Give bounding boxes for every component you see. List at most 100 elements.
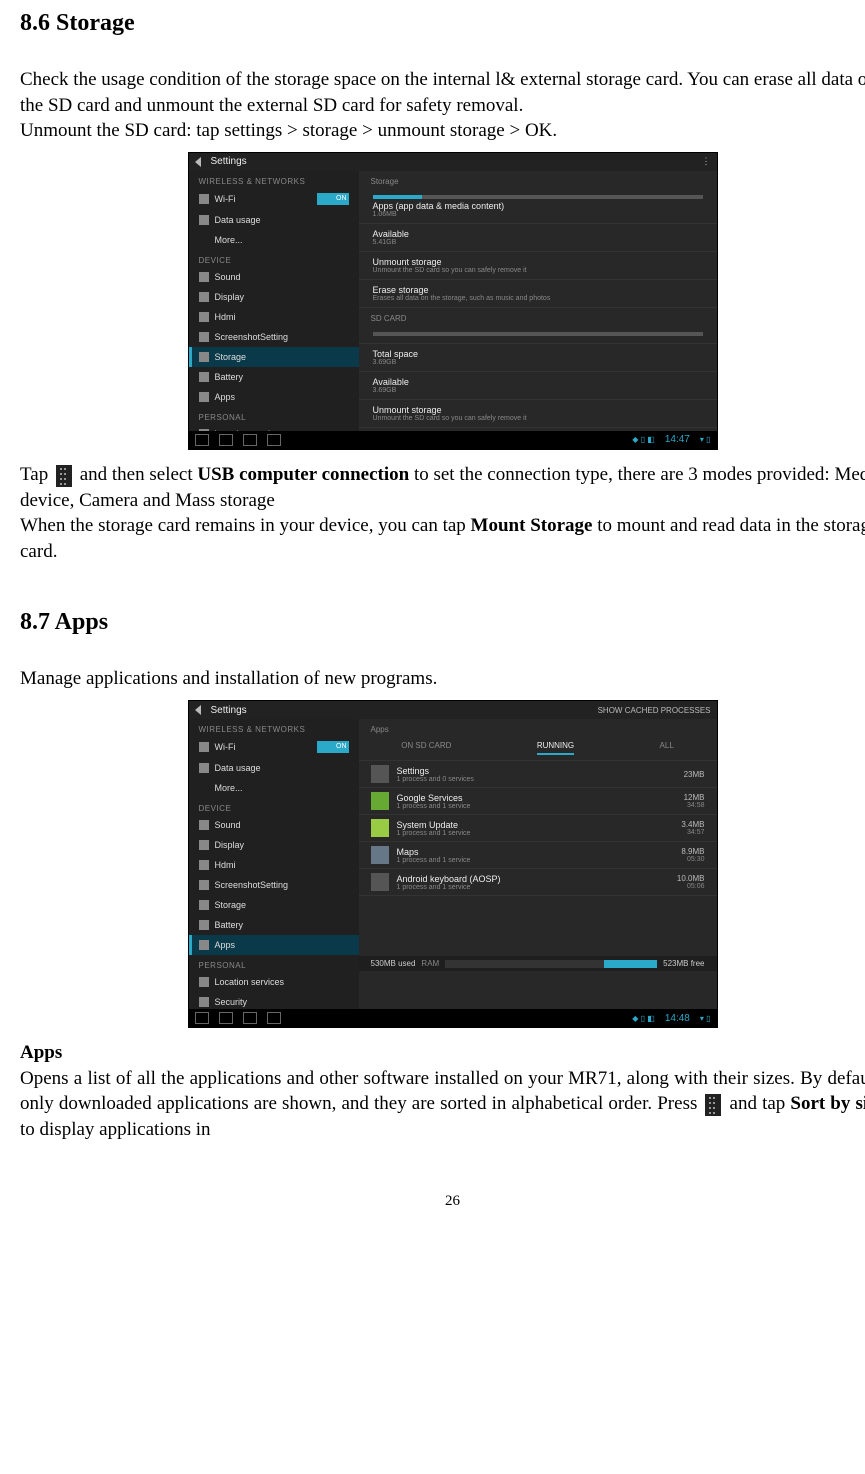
sidebar-item-sound[interactable]: Sound (189, 815, 359, 835)
app-subtitle: 1 process and 1 service (397, 884, 669, 891)
status-clock: 14:48 (665, 1013, 690, 1024)
battery-icon (199, 920, 209, 930)
status-clock: 14:47 (665, 434, 690, 445)
show-cached-action[interactable]: SHOW CACHED PROCESSES (598, 706, 711, 715)
screenshot-nav-icon[interactable] (267, 434, 281, 446)
home-nav-icon[interactable] (219, 1012, 233, 1024)
storage-intro-paragraph: Check the usage condition of the storage… (20, 67, 865, 118)
tab-on-sd-card[interactable]: ON SD CARD (401, 741, 451, 755)
sidebar-item-more[interactable]: More... (189, 230, 359, 250)
sidebar-item-display[interactable]: Display (189, 835, 359, 855)
sidebar-item-security[interactable]: Security (189, 992, 359, 1009)
navigation-bar: ◆ ▯ ◧ 14:48 ▾ ▯ (189, 1009, 717, 1027)
app-subtitle: 1 process and 1 service (397, 803, 676, 810)
app-size: 10.0MB (677, 874, 705, 883)
sidebar-item-sound[interactable]: Sound (189, 267, 359, 287)
wifi-toggle[interactable]: ON (317, 741, 349, 753)
row-title: Total space (373, 349, 703, 359)
app-name: System Update (397, 820, 674, 830)
sidebar-item-screenshot[interactable]: ScreenshotSetting (189, 327, 359, 347)
sidebar-item-label: Storage (215, 352, 247, 362)
sidebar-item-location[interactable]: Location services (189, 972, 359, 992)
app-size: 12MB (684, 793, 705, 802)
sidebar-item-location[interactable]: Location services (189, 424, 359, 431)
sidebar-item-apps[interactable]: Apps (189, 387, 359, 407)
sidebar-item-hdmi[interactable]: Hdmi (189, 855, 359, 875)
sd-total-row[interactable]: Total space 3.69GB (359, 344, 717, 372)
row-title: Available (373, 229, 703, 239)
sidebar-item-label: More... (215, 783, 243, 793)
apps-tabs: ON SD CARD RUNNING ALL (359, 736, 717, 761)
text-fragment: and tap (724, 1093, 790, 1114)
tab-running[interactable]: RUNNING (537, 741, 574, 755)
ram-used-label: 530MB used (371, 959, 416, 968)
sidebar-item-label: Display (215, 840, 245, 850)
sidebar-item-storage[interactable]: Storage (189, 347, 359, 367)
app-icon (371, 873, 389, 891)
bold-text: Sort by size (790, 1093, 865, 1114)
storage-unmount-row[interactable]: Unmount storage Unmount the SD card so y… (359, 252, 717, 280)
sidebar-item-display[interactable]: Display (189, 287, 359, 307)
recent-nav-icon[interactable] (243, 1012, 257, 1024)
sidebar-item-hdmi[interactable]: Hdmi (189, 307, 359, 327)
sd-unmount-row[interactable]: Unmount storage Unmount the SD card so y… (359, 400, 717, 428)
app-row[interactable]: Google Services1 process and 1 service 12… (359, 788, 717, 815)
sidebar-section-wireless: WIRELESS & NETWORKS (189, 171, 359, 188)
app-name: Google Services (397, 793, 676, 803)
section-heading-storage: 8.6 Storage (20, 10, 865, 37)
wifi-icon (199, 194, 209, 204)
row-title: Unmount storage (373, 257, 703, 267)
window-title: Settings (211, 156, 247, 167)
back-icon[interactable] (195, 705, 205, 715)
storage-pane: Storage Apps (app data & media content) … (359, 171, 717, 431)
recent-nav-icon[interactable] (243, 434, 257, 446)
sidebar-item-wifi[interactable]: Wi-Fi ON (189, 188, 359, 210)
screenshot-nav-icon[interactable] (267, 1012, 281, 1024)
back-nav-icon[interactable] (195, 434, 209, 446)
sd-erase-row[interactable]: Erase storage (359, 428, 717, 431)
wifi-toggle[interactable]: ON (317, 193, 349, 205)
sidebar-item-label: Sound (215, 820, 241, 830)
sidebar-item-storage[interactable]: Storage (189, 895, 359, 915)
bold-text: Mount Storage (471, 515, 593, 536)
sidebar-item-label: Security (215, 997, 248, 1007)
sidebar-item-wifi[interactable]: Wi-FiON (189, 736, 359, 758)
app-row[interactable]: Maps1 process and 1 service8.9MB05:30 (359, 842, 717, 869)
row-subtitle: 3.69GB (373, 387, 703, 394)
window-title: Settings (211, 705, 247, 716)
location-icon (199, 977, 209, 987)
sidebar-section-personal: PERSONAL (189, 407, 359, 424)
unmount-instruction: Unmount the SD card: tap settings > stor… (20, 118, 865, 144)
app-subtitle: 1 process and 1 service (397, 857, 674, 864)
sidebar-item-battery[interactable]: Battery (189, 915, 359, 935)
menu-icon (705, 1094, 721, 1116)
row-subtitle: 3.69GB (373, 359, 703, 366)
sidebar-item-battery[interactable]: Battery (189, 367, 359, 387)
sidebar-item-label: ScreenshotSetting (215, 332, 289, 342)
app-row[interactable]: Settings1 process and 0 services23MB (359, 761, 717, 788)
sidebar-item-label: Wi-Fi (215, 194, 236, 204)
overflow-icon[interactable]: ⋮ (702, 156, 711, 167)
app-row[interactable]: System Update1 process and 1 service3.4M… (359, 815, 717, 842)
sidebar-item-data-usage[interactable]: Data usage (189, 758, 359, 778)
sd-available-row[interactable]: Available 3.69GB (359, 372, 717, 400)
storage-available-row[interactable]: Available 5.41GB (359, 224, 717, 252)
back-nav-icon[interactable] (195, 1012, 209, 1024)
back-icon[interactable] (195, 157, 205, 167)
home-nav-icon[interactable] (219, 434, 233, 446)
apps-pane: Apps ON SD CARD RUNNING ALL Settings1 pr… (359, 719, 717, 1009)
sidebar-item-apps[interactable]: Apps (189, 935, 359, 955)
app-row[interactable]: Android keyboard (AOSP)1 process and 1 s… (359, 869, 717, 896)
sidebar-item-label: Location services (215, 429, 285, 431)
storage-erase-row[interactable]: Erase storage Erases all data on the sto… (359, 280, 717, 308)
text-fragment: and then select (75, 464, 197, 485)
sidebar-item-screenshot[interactable]: ScreenshotSetting (189, 875, 359, 895)
app-size: 23MB (684, 770, 705, 779)
apps-icon (199, 940, 209, 950)
app-time: 34:57 (681, 829, 704, 836)
tab-all[interactable]: ALL (660, 741, 674, 755)
storage-apps-row[interactable]: Apps (app data & media content) 1.06MB (359, 188, 717, 224)
row-subtitle: 1.06MB (373, 211, 703, 218)
sidebar-item-data-usage[interactable]: Data usage (189, 210, 359, 230)
sidebar-item-more[interactable]: More... (189, 778, 359, 798)
